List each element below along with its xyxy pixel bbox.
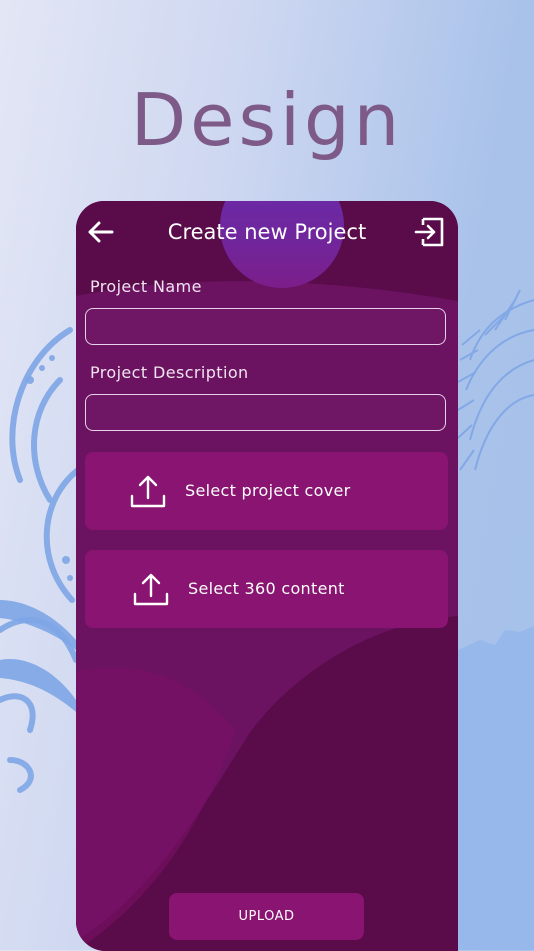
select-project-cover-button[interactable]: Select project cover [85,452,448,530]
upload-icon [133,573,169,606]
arrow-left-icon [88,221,114,243]
project-description-label: Project Description [90,363,249,382]
headline: Design [130,78,404,162]
back-button[interactable] [82,214,118,250]
page-title: Create new Project [167,220,367,244]
project-name-label: Project Name [90,277,202,296]
exit-icon [414,217,444,247]
phone-screen: Create new Project Project Name Project … [76,201,458,951]
exit-button[interactable] [411,214,447,250]
select-360-content-label: Select 360 content [188,579,345,598]
upload-button[interactable]: UPLOAD [169,893,364,940]
app-bar: Create new Project [76,201,458,261]
project-name-input[interactable] [85,308,446,345]
upload-icon [130,475,166,508]
select-360-content-button[interactable]: Select 360 content [85,550,448,628]
project-description-input[interactable] [85,394,446,431]
select-project-cover-label: Select project cover [185,481,351,500]
